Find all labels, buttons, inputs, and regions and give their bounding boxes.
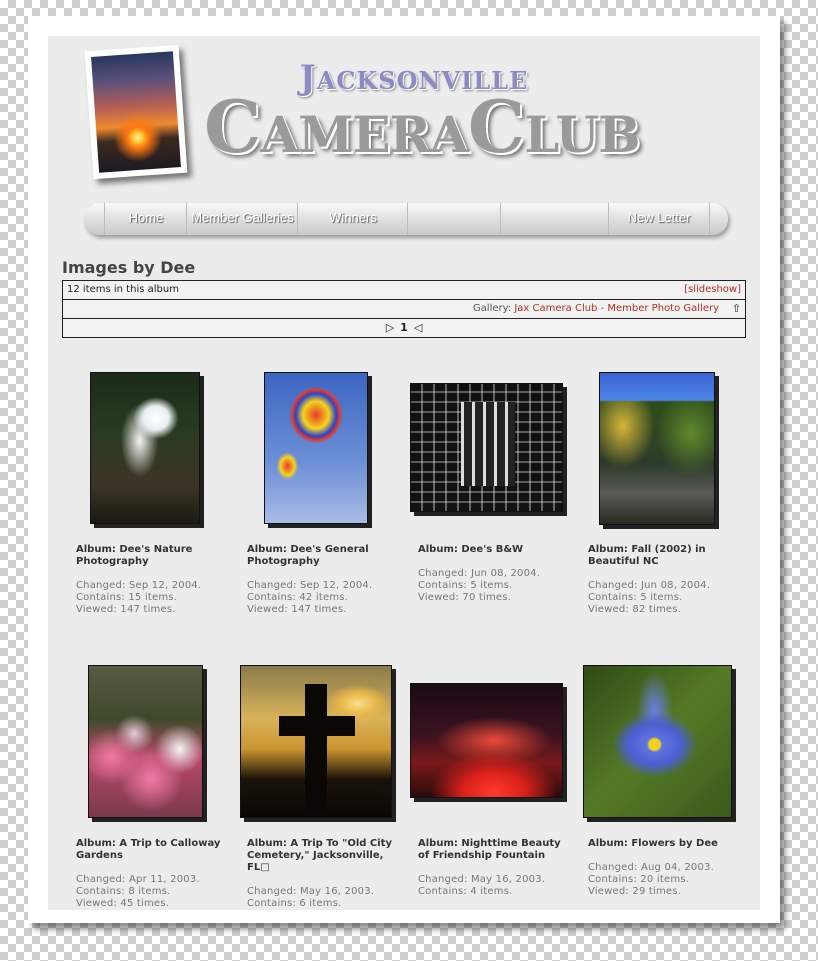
up-arrow-icon[interactable]: ⇧ <box>732 302 741 315</box>
next-page-icon[interactable]: ◁ <box>414 321 422 334</box>
nav-new-letter[interactable]: New Letter <box>608 203 710 235</box>
album-card-title[interactable]: Album: A Trip To "Old City Cemetery," Ja… <box>247 838 397 874</box>
page-content: Jacksonville CameraClub Home Member Gall… <box>48 36 760 910</box>
album-viewed: Viewed: 82 times. <box>588 604 682 615</box>
pager: ▷ 1 ◁ <box>63 321 745 334</box>
album-contains: Contains: 8 items. <box>76 886 171 897</box>
album-changed: Changed: Sep 12, 2004. <box>247 580 373 591</box>
album-card-title[interactable]: Album: Nighttime Beauty of Friendship Fo… <box>418 838 568 862</box>
site-logo[interactable]: Jacksonville CameraClub <box>204 58 674 169</box>
album-contains: Contains: 5 items. <box>588 592 683 603</box>
album-thumbnail[interactable] <box>410 383 563 512</box>
album-changed: Changed: Jun 08, 2004. <box>418 568 541 579</box>
nav-home[interactable]: Home <box>104 203 187 235</box>
album-card-title[interactable]: Album: Dee's Nature Photography <box>76 544 226 568</box>
gallery-breadcrumb: Gallery: Jax Camera Club - Member Photo … <box>472 303 719 314</box>
album-card-title[interactable]: Album: Fall (2002) in Beautiful NC <box>588 544 738 568</box>
album-changed: Changed: May 16, 2003. <box>247 886 375 897</box>
nav-empty-2[interactable] <box>500 203 609 235</box>
album-thumbnail[interactable] <box>88 665 203 818</box>
item-count: 12 items in this album <box>67 284 179 295</box>
album-card-title[interactable]: Album: Dee's General Photography <box>247 544 397 568</box>
album-card-title[interactable]: Album: A Trip to Calloway Gardens <box>76 838 226 862</box>
nav-bar: Home Member Galleries Winners New Letter <box>84 203 728 235</box>
album-contains: Contains: 42 items. <box>247 592 349 603</box>
album-contains: Contains: 5 items. <box>418 580 513 591</box>
album-card-title[interactable]: Album: Flowers by Dee <box>588 838 738 850</box>
logo-line2: CameraClub <box>204 84 641 169</box>
page-number[interactable]: 1 <box>400 321 408 334</box>
gallery-link[interactable]: Jax Camera Club - Member Photo Gallery <box>514 303 719 314</box>
album-card-title[interactable]: Album: Dee's B&W <box>418 544 568 556</box>
nav-winners[interactable]: Winners <box>297 203 408 235</box>
slideshow-link[interactable]: [slideshow] <box>684 284 741 295</box>
album-thumbnail[interactable] <box>410 683 563 798</box>
album-changed: Changed: May 16, 2003. <box>418 874 546 885</box>
album-thumbnail[interactable] <box>583 665 732 818</box>
album-changed: Changed: Aug 04, 2003. <box>588 862 714 873</box>
album-viewed: Viewed: 70 times. <box>418 592 512 603</box>
album-viewed: Viewed: 147 times. <box>247 604 347 615</box>
album-contains: Contains: 20 items. <box>588 874 690 885</box>
album-contains: Contains: 15 items. <box>76 592 178 603</box>
nav-empty-1[interactable] <box>407 203 501 235</box>
album-viewed: Viewed: 147 times. <box>76 604 176 615</box>
prev-page-icon[interactable]: ▷ <box>386 321 394 334</box>
album-contains: Contains: 4 items. <box>418 886 513 897</box>
album-thumbnail[interactable] <box>90 372 200 524</box>
album-viewed: Viewed: 45 times. <box>76 898 170 909</box>
album-changed: Changed: Jun 08, 2004. <box>588 580 711 591</box>
album-thumbnail[interactable] <box>264 372 368 524</box>
album-changed: Changed: Apr 11, 2003. <box>76 874 200 885</box>
album-thumbnail[interactable] <box>240 665 392 818</box>
album-info-table: 12 items in this album [slideshow] Galle… <box>62 280 746 338</box>
album-changed: Changed: Sep 12, 2004. <box>76 580 202 591</box>
album-thumbnail[interactable] <box>599 372 715 525</box>
album-viewed: Viewed: 29 times. <box>588 886 682 897</box>
header-sunset-photo <box>84 44 188 180</box>
album-contains: Contains: 6 items. <box>247 898 342 909</box>
album-title: Images by Dee <box>62 258 196 277</box>
nav-member-galleries[interactable]: Member Galleries <box>186 203 298 235</box>
